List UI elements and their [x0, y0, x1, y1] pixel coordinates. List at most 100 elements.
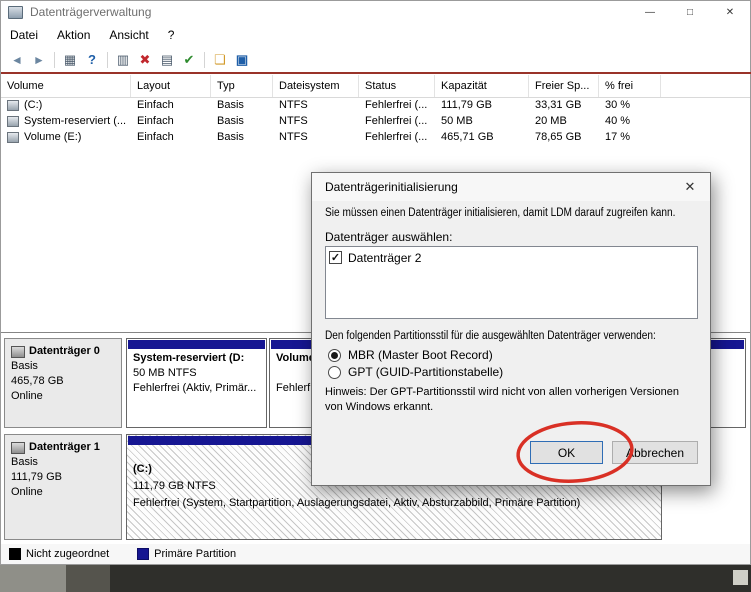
screen-icon[interactable]: ▣ — [231, 51, 253, 69]
titlebar: Datenträgerverwaltung — □ ✕ — [1, 1, 750, 23]
close-button[interactable]: ✕ — [710, 1, 750, 23]
partition-status: Fehlerfrei (System, Startpartition, Ausl… — [133, 497, 581, 509]
cell-freier-speicher: 20 MB — [535, 115, 567, 127]
cell-layout: Einfach — [137, 99, 174, 111]
disk-initialization-dialog: Datenträgerinitialisierung ✕ Sie müssen … — [311, 172, 711, 486]
table-row[interactable]: Volume (E:) Einfach Basis NTFS Fehlerfre… — [1, 129, 750, 145]
cancel-button[interactable]: Abbrechen — [612, 441, 698, 464]
menu-aktion[interactable]: Aktion — [57, 28, 90, 42]
table-row[interactable]: (C:) Einfach Basis NTFS Fehlerfrei (... … — [1, 97, 750, 113]
cell-typ: Basis — [217, 115, 244, 127]
mbr-radio-label: MBR (Master Boot Record) — [348, 348, 493, 362]
table-row[interactable]: System-reserviert (... Einfach Basis NTF… — [1, 113, 750, 129]
cell-dateisystem: NTFS — [279, 115, 308, 127]
cell-dateisystem: NTFS — [279, 99, 308, 111]
toolbar-separator — [54, 51, 55, 68]
desktop-segment — [66, 565, 110, 592]
toolbar-separator — [204, 51, 205, 68]
legend: Nicht zugeordnet Primäre Partition — [1, 544, 750, 564]
column-prozent-frei[interactable]: % frei — [599, 75, 661, 97]
disk-icon — [11, 345, 25, 358]
disk-status: Online — [11, 390, 43, 402]
dialog-close-icon[interactable]: ✕ — [679, 178, 701, 196]
help-icon[interactable]: ? — [81, 51, 103, 69]
menu-datei[interactable]: Datei — [10, 28, 38, 42]
select-disk-label: Datenträger auswählen: — [325, 230, 453, 244]
disk-list-item-label: Datenträger 2 — [348, 250, 422, 265]
cell-status: Fehlerfrei (... — [365, 131, 428, 143]
back-icon[interactable]: ◄ — [6, 51, 28, 69]
partition-system-reserved[interactable]: System-reserviert (D: 50 MB NTFS Fehlerf… — [126, 338, 267, 428]
column-layout[interactable]: Layout — [131, 75, 211, 97]
partition-status: Fehlerfrei (Aktiv, Primär... — [133, 382, 257, 394]
menu-ansicht[interactable]: Ansicht — [109, 28, 148, 42]
cell-freier-speicher: 78,65 GB — [535, 131, 582, 143]
volume-icon — [7, 99, 19, 111]
toolbar-separator — [107, 51, 108, 68]
disk-size: 465,78 GB — [11, 375, 64, 387]
console-tree-icon[interactable]: ▦ — [59, 51, 81, 69]
dialog-buttons: OK Abbrechen — [530, 441, 698, 464]
legend-primary-partition: Primäre Partition — [137, 548, 236, 560]
legend-label: Nicht zugeordnet — [26, 548, 110, 560]
disk-type: Basis — [11, 456, 38, 468]
folder-up-icon[interactable]: ❏ — [209, 51, 231, 69]
cell-status: Fehlerfrei (... — [365, 115, 428, 127]
maximize-button[interactable]: □ — [670, 1, 710, 23]
cell-kapazitaet: 111,79 GB — [441, 99, 492, 111]
mbr-radio-row[interactable]: MBR (Master Boot Record) — [328, 348, 493, 362]
document-icon[interactable]: ▤ — [156, 51, 178, 69]
primary-partition-band — [128, 340, 265, 349]
disk-icon — [11, 441, 25, 454]
check-icon[interactable]: ✔ — [178, 51, 200, 69]
cell-layout: Einfach — [137, 131, 174, 143]
radio-unselected-icon[interactable] — [328, 365, 341, 379]
screen: Datenträgerverwaltung — □ ✕ Datei Aktion… — [0, 0, 751, 592]
volume-table-header: Volume Layout Typ Dateisystem Status Kap… — [1, 75, 750, 98]
cell-layout: Einfach — [137, 115, 174, 127]
disk-status: Online — [11, 486, 43, 498]
column-dateisystem[interactable]: Dateisystem — [273, 75, 359, 97]
window-controls: — □ ✕ — [630, 1, 750, 23]
cell-kapazitaet: 465,71 GB — [441, 131, 494, 143]
disk-list-item[interactable]: ✓ Datenträger 2 — [329, 249, 694, 266]
cell-volume: Volume (E:) — [24, 131, 82, 143]
radio-selected-icon[interactable] — [328, 348, 341, 362]
gpt-hint-text: Hinweis: Der GPT-Partitionsstil wird nic… — [325, 386, 679, 413]
checkbox-checked-icon[interactable]: ✓ — [329, 251, 342, 264]
desktop-strip — [0, 565, 751, 592]
cell-prozent-frei: 40 % — [605, 115, 631, 127]
primary-partition-swatch — [137, 548, 150, 560]
menubar: Datei Aktion Ansicht ? — [1, 23, 750, 47]
column-status[interactable]: Status — [359, 75, 435, 97]
toolbar: ◄ ► ▦ ? ▥ ✖ ▤ ✔ ❏ ▣ — [1, 47, 750, 72]
legend-label: Primäre Partition — [154, 548, 237, 560]
disk-name: Datenträger 1 — [29, 441, 100, 453]
dialog-intro-text: Sie müssen einen Datenträger initialisie… — [325, 207, 676, 219]
cell-status: Fehlerfrei (... — [365, 99, 428, 111]
column-volume[interactable]: Volume — [1, 75, 131, 97]
disk-select-listbox[interactable]: ✓ Datenträger 2 — [325, 246, 698, 319]
computer-icon[interactable]: ▥ — [112, 51, 134, 69]
menu-help[interactable]: ? — [168, 28, 175, 42]
window-title: Datenträgerverwaltung — [30, 5, 152, 19]
minimize-button[interactable]: — — [630, 1, 670, 23]
delete-icon[interactable]: ✖ — [134, 51, 156, 69]
volume-icon — [7, 115, 19, 127]
forward-icon[interactable]: ► — [28, 51, 50, 69]
cell-freier-speicher: 33,31 GB — [535, 99, 582, 111]
column-typ[interactable]: Typ — [211, 75, 273, 97]
partition-style-label: Den folgenden Partitionsstil für die aus… — [325, 330, 656, 342]
volume-icon — [7, 131, 19, 143]
dialog-titlebar: Datenträgerinitialisierung ✕ — [312, 173, 710, 201]
ok-button[interactable]: OK — [530, 441, 603, 464]
disk-1-header[interactable]: Datenträger 1 Basis 111,79 GB Online — [4, 434, 122, 540]
disk-0-header[interactable]: Datenträger 0 Basis 465,78 GB Online — [4, 338, 122, 428]
column-kapazitaet[interactable]: Kapazität — [435, 75, 529, 97]
gpt-radio-row[interactable]: GPT (GUID-Partitionstabelle) — [328, 365, 503, 379]
column-freier-speicher[interactable]: Freier Sp... — [529, 75, 599, 97]
desktop-segment — [0, 565, 66, 592]
disk-type: Basis — [11, 360, 38, 372]
red-annotation-line — [1, 72, 751, 74]
cell-dateisystem: NTFS — [279, 131, 308, 143]
